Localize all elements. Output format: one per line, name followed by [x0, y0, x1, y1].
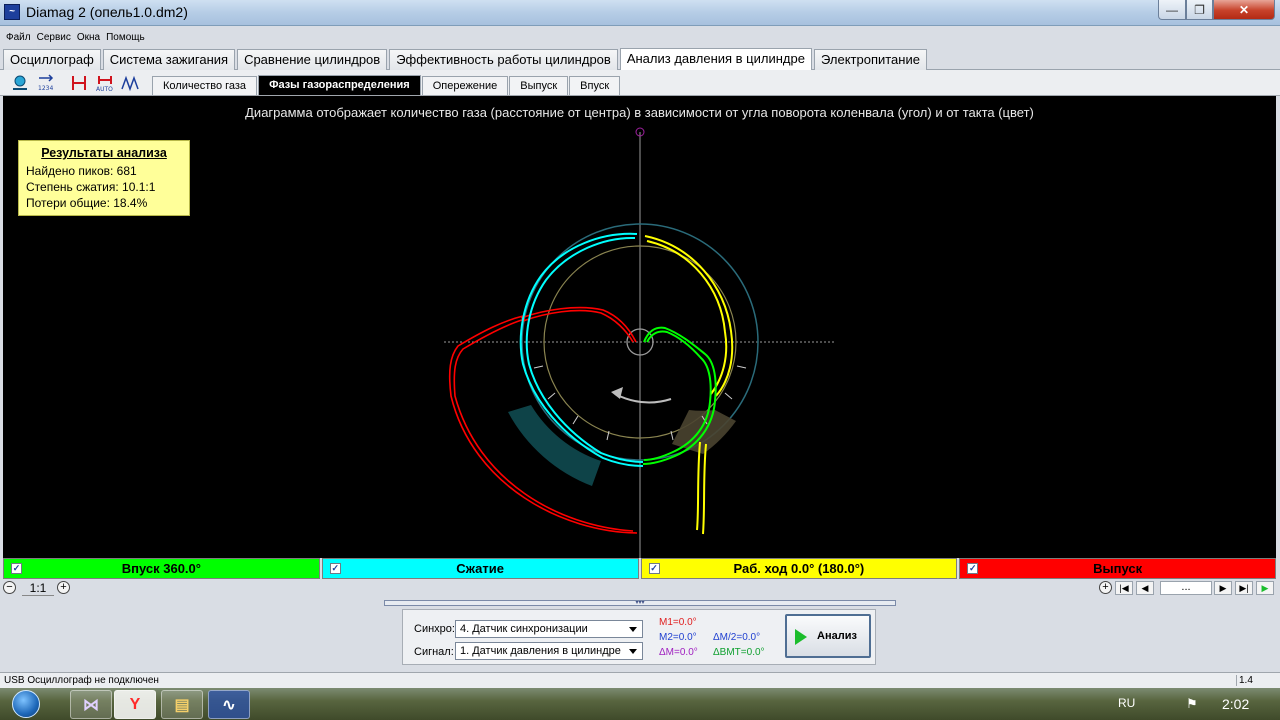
- tab-cylinder-efficiency[interactable]: Эффективность работы цилиндров: [389, 49, 618, 70]
- marker-m2: M2=0.0°: [659, 632, 697, 643]
- compression-checkbox[interactable]: ✓: [329, 563, 341, 574]
- legend-power[interactable]: ✓ Раб. ход 0.0° (180.0°): [640, 558, 958, 579]
- tab-oscilloscope[interactable]: Осциллограф: [3, 49, 101, 70]
- zoom-out-button[interactable]: −: [3, 581, 16, 594]
- main-tabs: Осциллограф Система зажигания Сравнение …: [3, 48, 929, 70]
- legend-exhaust[interactable]: ✓ Выпуск: [959, 558, 1276, 579]
- frame-field[interactable]: ...: [1160, 581, 1212, 595]
- first-frame-button[interactable]: |◀: [1115, 581, 1133, 595]
- counter-icon[interactable]: 1234: [35, 73, 57, 93]
- sub-tabs: Количество газа Фазы газораспределения О…: [152, 75, 621, 95]
- windows-logo-icon: [12, 690, 40, 718]
- chevron-down-icon: [629, 649, 637, 654]
- peaks-found: Найдено пиков: 681: [26, 164, 137, 178]
- next-frame-button[interactable]: ▶: [1214, 581, 1232, 595]
- taskbar: ⋈ Y ▤ ∿ RU ⚑ 2:02: [0, 688, 1280, 720]
- status-bar: USB Осциллограф не подключен 1.4: [0, 672, 1280, 688]
- cursors-icon[interactable]: [68, 73, 90, 93]
- prev-frame-button[interactable]: ◀: [1136, 581, 1154, 595]
- diamag-icon[interactable]: ∿: [208, 690, 250, 719]
- intake-open-sector: [508, 405, 601, 486]
- marker-dm: ΔM=0.0°: [659, 647, 698, 658]
- language-indicator[interactable]: RU: [1118, 696, 1135, 710]
- explorer-icon[interactable]: ▤: [161, 690, 203, 719]
- subtab-advance[interactable]: Опережение: [421, 76, 509, 95]
- legend-compression-label: Сжатие: [456, 561, 504, 576]
- vs-icon[interactable]: ⋈: [70, 690, 112, 719]
- app-icon: ~: [4, 4, 20, 20]
- analysis-results-box: Результаты анализа Найдено пиков: 681 Ст…: [18, 140, 190, 216]
- tab-cylinder-pressure-analysis[interactable]: Анализ давления в цилиндре: [619, 48, 812, 70]
- measure-icon[interactable]: [119, 73, 141, 93]
- analyze-button-label: Анализ: [817, 630, 857, 642]
- subtab-valve-timing[interactable]: Фазы газораспределения: [258, 75, 421, 95]
- last-frame-button[interactable]: ▶|: [1235, 581, 1253, 595]
- auto-icon[interactable]: AUTO: [94, 73, 116, 93]
- svg-text:AUTO: AUTO: [96, 86, 113, 92]
- zoom-in-button[interactable]: +: [57, 581, 70, 594]
- rotation-arrow: [614, 393, 672, 404]
- start-button[interactable]: [4, 688, 48, 720]
- toolbar: 1234 AUTO Количество газа Фазы газораспр…: [0, 70, 1280, 96]
- title-bar: ~ Diamag 2 (опель1.0.dm2) — ❐ ✕: [0, 0, 1280, 26]
- svg-text:1234: 1234: [38, 85, 53, 92]
- play-button[interactable]: ▶: [1256, 581, 1274, 595]
- add-frame-button[interactable]: +: [1099, 581, 1112, 594]
- close-button[interactable]: ✕: [1213, 0, 1275, 20]
- subtab-intake[interactable]: Впуск: [569, 76, 621, 95]
- power-checkbox[interactable]: ✓: [648, 563, 660, 574]
- total-losses: Потери общие: 18.4%: [26, 196, 148, 210]
- clock[interactable]: 2:02: [1222, 696, 1249, 712]
- analysis-control-panel: Синхро: 4. Датчик синхронизации Сигнал: …: [402, 609, 876, 665]
- tab-ignition-system[interactable]: Система зажигания: [102, 49, 236, 70]
- exhaust-checkbox[interactable]: ✓: [967, 563, 979, 574]
- menu-bar: Файл Сервис Окна Помощь: [0, 30, 146, 48]
- legend-exhaust-label: Выпуск: [1093, 561, 1143, 576]
- sync-label: Синхро:: [414, 623, 455, 635]
- menu-service[interactable]: Сервис: [36, 30, 72, 48]
- window-title: Diamag 2 (опель1.0.dm2): [26, 4, 188, 20]
- power-curve: [644, 235, 734, 535]
- maximize-button[interactable]: ❐: [1186, 0, 1213, 20]
- analysis-results-title: Результаты анализа: [41, 146, 167, 160]
- menu-file[interactable]: Файл: [5, 30, 32, 48]
- connect-icon[interactable]: [9, 73, 31, 93]
- version-text: 1.4: [1236, 675, 1253, 686]
- subtab-exhaust[interactable]: Выпуск: [509, 76, 569, 95]
- chevron-down-icon: [629, 627, 637, 632]
- signal-label: Сигнал:: [414, 646, 454, 658]
- exhaust-curve: [448, 306, 638, 534]
- marker-dbmt: ΔВМТ=0.0°: [713, 647, 765, 658]
- polar-diagram[interactable]: Диаграмма отображает количество газа (ра…: [3, 96, 1276, 558]
- marker-dm-half: ΔM/2=0.0°: [713, 632, 761, 643]
- yandex-browser-icon[interactable]: Y: [114, 690, 156, 719]
- action-center-flag-icon[interactable]: ⚑: [1186, 696, 1198, 712]
- compression-ratio: Степень сжатия: 10.1:1: [26, 180, 156, 194]
- zoom-level: 1:1: [22, 581, 54, 596]
- stroke-legend: ✓ Впуск 360.0° ✓ Сжатие ✓ Раб. ход 0.0° …: [3, 558, 1276, 579]
- legend-power-label: Раб. ход 0.0° (180.0°): [733, 561, 865, 576]
- zoom-row: − 1:1 + + |◀ ◀ ... ▶ ▶| ▶: [0, 580, 1280, 596]
- status-text: USB Осциллограф не подключен: [4, 675, 159, 686]
- menu-help[interactable]: Помощь: [105, 30, 146, 48]
- legend-intake[interactable]: ✓ Впуск 360.0°: [3, 558, 320, 579]
- polar-diagram-canvas: [444, 127, 836, 558]
- menu-windows[interactable]: Окна: [76, 30, 101, 48]
- diagram-description: Диаграмма отображает количество газа (ра…: [245, 105, 1034, 120]
- legend-intake-label: Впуск 360.0°: [121, 561, 201, 576]
- sync-select[interactable]: 4. Датчик синхронизации: [455, 620, 643, 638]
- tab-cylinder-comparison[interactable]: Сравнение цилиндров: [237, 49, 388, 70]
- sync-select-value: 4. Датчик синхронизации: [460, 623, 588, 635]
- panel-collapse-bar[interactable]: ▾▾▾: [384, 600, 896, 606]
- play-icon: [795, 629, 807, 645]
- marker-m1: M1=0.0°: [659, 617, 697, 628]
- analyze-button[interactable]: Анализ: [785, 614, 871, 658]
- legend-compression[interactable]: ✓ Сжатие: [321, 558, 639, 579]
- minimize-button[interactable]: —: [1158, 0, 1186, 20]
- intake-checkbox[interactable]: ✓: [11, 563, 22, 574]
- subtab-gas-amount[interactable]: Количество газа: [152, 76, 258, 95]
- signal-select[interactable]: 1. Датчик давления в цилиндре: [455, 642, 643, 660]
- tab-power-supply[interactable]: Электропитание: [813, 49, 927, 70]
- signal-select-value: 1. Датчик давления в цилиндре: [460, 645, 621, 657]
